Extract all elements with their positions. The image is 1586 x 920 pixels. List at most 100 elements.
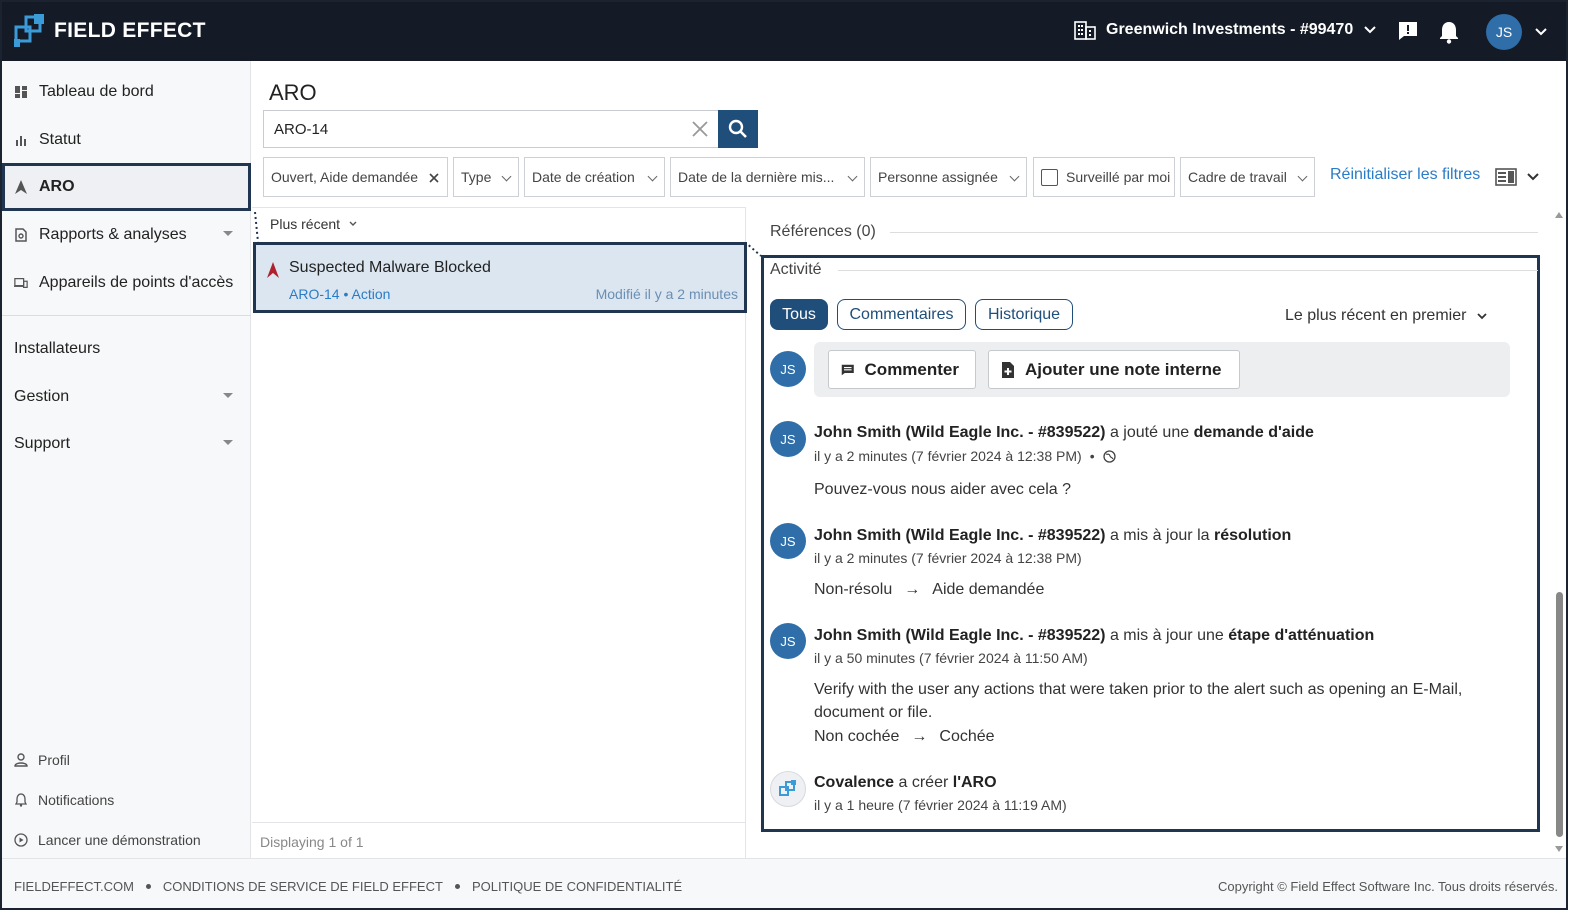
feedback-icon[interactable] [1397,20,1419,42]
filter-watched[interactable]: Surveillé par moi [1033,157,1175,197]
watched-checkbox[interactable] [1041,168,1058,186]
search-input[interactable] [264,111,674,147]
sidebar-item-reports[interactable]: Rapports & analyses [2,211,251,259]
remove-filter-icon[interactable] [429,173,439,183]
sidebar-item-demo[interactable]: Lancer une démonstration [14,832,201,848]
footer-link-site[interactable]: FIELDEFFECT.COM [14,879,134,894]
play-circle-icon [14,833,28,847]
footer-link-privacy[interactable]: POLITIQUE DE CONFIDENTIALITÉ [472,879,682,894]
clear-icon[interactable] [690,119,710,139]
sidebar: Tableau de bord Statut ARO Rapports & an… [2,61,251,858]
aro-list-item[interactable]: Suspected Malware Blocked ARO-14 • Actio… [253,242,747,313]
page-title: ARO [269,80,317,105]
entry-target: résolution [1213,527,1292,544]
sidebar-item-installers[interactable]: Installateurs [14,340,100,358]
activity-entry-header: John Smith (Wild Eagle Inc. - #839522) a… [814,627,1374,645]
change-from: Non-résolu [814,581,893,598]
entry-timestamp: il y a 1 heure (7 février 2024 à 11:19 A… [814,797,1067,813]
entry-time: il y a 2 minutes (7 février 2024 à 12:38… [814,448,1116,464]
scroll-down-icon[interactable] [1555,846,1563,852]
comment-button[interactable]: Commenter [828,350,976,389]
change-to: Cochée [939,728,995,745]
entry-action: a créer [898,774,949,791]
entry-author: John Smith (Wild Eagle Inc. - #839522) [814,627,1106,644]
chevron-down-icon [847,171,858,182]
arrow-right-icon: → [904,581,921,598]
scrollbar-thumb[interactable] [1556,592,1563,837]
tab-comments[interactable]: Commentaires [837,299,966,330]
avatar: JS [770,623,806,659]
sidebar-item-endpoints[interactable]: Appareils de points d'accès [2,259,251,307]
scroll-up-icon[interactable] [1555,212,1563,218]
comment-composer: Commenter Ajouter une note interne [814,342,1510,397]
activity-sort-dropdown[interactable]: Le plus récent en premier [1285,307,1488,325]
sidebar-item-dashboard[interactable]: Tableau de bord [2,68,251,116]
org-name: Greenwich Investments - #99470 [1106,21,1354,38]
sidebar-item-management[interactable]: Gestion [2,373,251,421]
entry-timestamp: il y a 2 minutes (7 février 2024 à 12:38… [814,448,1082,464]
filter-updated-date[interactable]: Date de la dernière mis... [670,157,865,197]
app-window: FIELD EFFECT Greenwich Investments - #99… [0,0,1568,910]
filter-type[interactable]: Type [453,157,519,197]
sidebar-item-label: Appareils de points d'accès [39,274,234,291]
sidebar-item-label: Tableau de bord [39,83,154,100]
entry-action: a mis à jour une [1109,627,1224,644]
entry-target: étape d'atténuation [1228,627,1375,644]
chevron-down-icon [223,440,233,445]
sort-label: Plus récent [270,216,341,232]
chevron-down-icon[interactable] [1526,172,1540,182]
sidebar-item-label: ARO [39,178,75,195]
filter-created-date[interactable]: Date de création [524,157,665,197]
filter-framework[interactable]: Cadre de travail [1180,157,1315,197]
entry-action: a jouté une [1109,424,1190,441]
tab-history[interactable]: Historique [975,299,1073,330]
aro-meta[interactable]: ARO-14 • Action [289,286,390,302]
top-bar: FIELD EFFECT Greenwich Investments - #99… [2,2,1566,61]
footer-link-terms[interactable]: CONDITIONS DE SERVICE DE FIELD EFFECT [163,879,443,894]
sidebar-item-profile[interactable]: Profil [14,752,70,768]
chevron-down-icon [1009,171,1020,182]
dashboard-icon [14,85,28,99]
filter-status[interactable]: Ouvert, Aide demandée [263,157,448,197]
user-avatar[interactable]: JS [1486,14,1522,50]
chevron-down-icon [223,393,233,398]
note-add-icon [1002,361,1014,378]
chevron-down-icon [1477,313,1488,320]
sidebar-item-aro[interactable]: ARO [2,163,251,211]
report-icon [14,228,28,242]
sidebar-item-status[interactable]: Statut [2,116,251,164]
add-internal-note-button[interactable]: Ajouter une note interne [988,350,1240,389]
sidebar-item-label: Gestion [14,388,70,405]
entry-action: a mis à jour la [1109,527,1210,544]
copyright: Copyright © Field Effect Software Inc. T… [1217,879,1558,894]
references-heading[interactable]: Références (0) [770,223,876,241]
reset-filters-link[interactable]: Réinitialiser les filtres [1330,166,1480,184]
chevron-down-icon[interactable] [1534,27,1548,37]
search-icon [728,119,747,138]
list-count: Displaying 1 of 1 [252,822,746,858]
entry-body: Pouvez-vous nous aider avec cela ? [814,481,1072,498]
sidebar-divider [2,315,251,316]
bell-icon[interactable] [1438,20,1460,44]
sidebar-item-support[interactable]: Support [2,420,251,468]
org-switcher[interactable]: Greenwich Investments - #99470 [1074,20,1377,40]
entry-author: John Smith (Wild Eagle Inc. - #839522) [814,424,1106,441]
field-effect-logo-icon [14,14,44,47]
chevron-down-icon [1364,26,1376,34]
filter-assignee[interactable]: Personne assignée [870,157,1027,197]
separator-dot [454,884,460,889]
search-button[interactable] [718,110,758,148]
sort-dropdown[interactable]: Plus récent [270,216,358,232]
search-field [263,110,719,148]
sidebar-item-notifications[interactable]: Notifications [14,792,114,808]
sidebar-item-label: Statut [39,131,81,148]
activity-sort-label: Le plus récent en premier [1285,307,1467,324]
brand-logo[interactable]: FIELD EFFECT [14,13,206,49]
entry-timestamp: il y a 50 minutes (7 février 2024 à 11:5… [814,650,1088,666]
tab-all[interactable]: Tous [770,299,828,330]
layout-toggle-icon[interactable] [1495,168,1517,186]
activity-entry-header: John Smith (Wild Eagle Inc. - #839522) a… [814,527,1291,545]
globe-icon [1102,449,1116,463]
filter-assignee-label: Personne assignée [878,169,998,185]
entry-body: Verify with the user any actions that we… [814,681,1463,721]
